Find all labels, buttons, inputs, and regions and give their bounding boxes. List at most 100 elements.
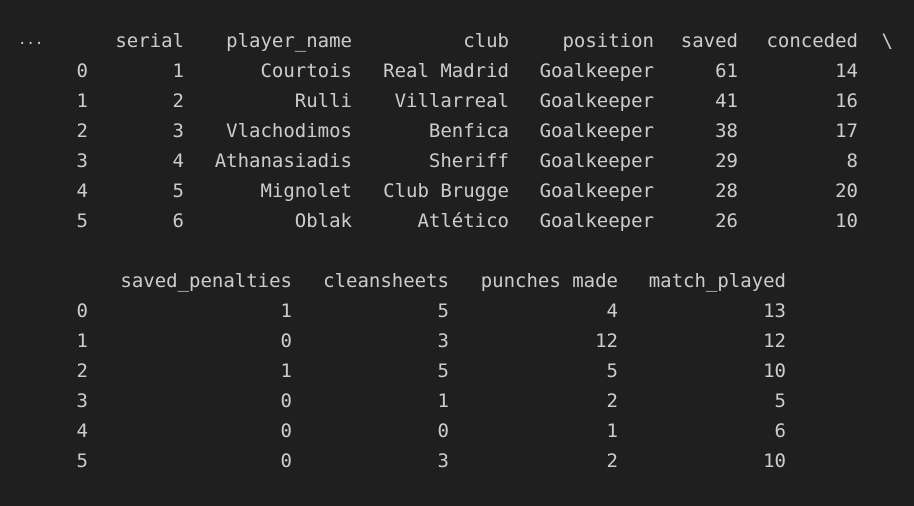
table-cell: Oblak (294, 210, 352, 232)
table-cell: 5 (437, 360, 449, 382)
table-cell: 13 (763, 300, 786, 322)
table-row: 2 1 5 5 10 (0, 356, 914, 386)
table-cell: Goalkeeper (539, 210, 654, 232)
table-cell: Club Brugge (383, 180, 509, 202)
row-index: 4 (76, 420, 88, 442)
table-cell: 1 (172, 60, 184, 82)
table-cell: 5 (437, 300, 449, 322)
table-cell: 12 (763, 330, 786, 352)
table-cell: 5 (774, 390, 786, 412)
table-cell: Goalkeeper (539, 150, 654, 172)
table-cell: 61 (715, 60, 738, 82)
table-cell: 16 (835, 90, 858, 112)
table-cell: 10 (763, 360, 786, 382)
column-header: match_played (648, 270, 786, 292)
table-cell: 14 (835, 60, 858, 82)
table-cell: 2 (172, 90, 184, 112)
table-cell: Goalkeeper (539, 120, 654, 142)
table-cell: 12 (595, 330, 618, 352)
table-cell: 4 (606, 300, 618, 322)
table-cell: 28 (715, 180, 738, 202)
table-cell: 0 (280, 420, 292, 442)
header-row: serial player_name club position saved conced… (0, 26, 914, 56)
column-header: saved (680, 30, 738, 52)
table-row: 2 3 Vlachodimos Benfica Goalkeeper 38 17 (0, 116, 914, 146)
table-cell: Athanasiadis (214, 150, 352, 172)
column-header: cleansheets (323, 270, 449, 292)
dataframe-block-1: serial player_name club position saved conced… (0, 26, 914, 236)
row-index: 0 (76, 300, 88, 322)
table-cell: 3 (172, 120, 184, 142)
table-row: 5 6 Oblak Atlético Goalkeeper 26 10 (0, 206, 914, 236)
table-cell: Vlachodimos (226, 120, 352, 142)
table-cell: 17 (835, 120, 858, 142)
table-cell: 0 (280, 450, 292, 472)
row-index: 4 (76, 180, 88, 202)
table-cell: Real Madrid (383, 60, 509, 82)
table-cell: 6 (774, 420, 786, 442)
table-cell: 38 (715, 120, 738, 142)
column-header: saved_penalties (120, 270, 292, 292)
column-header: conceded (766, 30, 858, 52)
cell-output: ... serial player_name club position saved co… (0, 0, 914, 506)
column-header: \ (881, 30, 893, 52)
row-index: 2 (76, 360, 88, 382)
column-header: club (463, 30, 509, 52)
table-cell: 1 (280, 300, 292, 322)
header-row: saved_penalties cleansheets punches made ma… (0, 266, 914, 296)
table-row: 0 1 5 4 13 (0, 296, 914, 326)
table-cell: 41 (715, 90, 738, 112)
table-row: 4 5 Mignolet Club Brugge Goalkeeper 28 20 (0, 176, 914, 206)
table-cell: 2 (606, 390, 618, 412)
row-index: 1 (76, 90, 88, 112)
table-cell: Courtois (260, 60, 352, 82)
table-row: 3 4 Athanasiadis Sheriff Goalkeeper 29 8 (0, 146, 914, 176)
table-cell: Mignolet (260, 180, 352, 202)
table-cell: Villarreal (394, 90, 509, 112)
row-index: 5 (76, 450, 88, 472)
row-index: 1 (76, 330, 88, 352)
table-cell: Goalkeeper (539, 180, 654, 202)
dataframe-block-2: saved_penalties cleansheets punches made ma… (0, 266, 914, 476)
row-index: 3 (76, 150, 88, 172)
table-cell: 10 (763, 450, 786, 472)
table-cell: 29 (715, 150, 738, 172)
table-row: 1 0 3 12 12 (0, 326, 914, 356)
table-cell: Sheriff (428, 150, 509, 172)
table-cell: Goalkeeper (539, 60, 654, 82)
column-header: position (562, 30, 654, 52)
table-cell: 5 (172, 180, 184, 202)
table-cell: 1 (280, 360, 292, 382)
table-cell: 3 (437, 330, 449, 352)
table-row: 3 0 1 2 5 (0, 386, 914, 416)
row-index: 3 (76, 390, 88, 412)
table-cell: 3 (437, 450, 449, 472)
table-cell: Rulli (294, 90, 352, 112)
table-cell: Atlético (417, 210, 509, 232)
table-cell: Goalkeeper (539, 90, 654, 112)
table-row: 0 1 Courtois Real Madrid Goalkeeper 61 14 (0, 56, 914, 86)
row-index: 0 (76, 60, 88, 82)
column-header: player_name (226, 30, 352, 52)
table-cell: 10 (835, 210, 858, 232)
column-header: punches made (480, 270, 618, 292)
table-row: 5 0 3 2 10 (0, 446, 914, 476)
table-cell: 0 (280, 390, 292, 412)
table-cell: 5 (606, 360, 618, 382)
row-index: 5 (76, 210, 88, 232)
table-cell: 26 (715, 210, 738, 232)
table-cell: 0 (280, 330, 292, 352)
table-cell: 20 (835, 180, 858, 202)
table-cell: 1 (437, 390, 449, 412)
table-cell: 1 (606, 420, 618, 442)
table-cell: 8 (846, 150, 858, 172)
table-row: 4 0 0 1 6 (0, 416, 914, 446)
table-cell: 2 (606, 450, 618, 472)
column-header: serial (115, 30, 184, 52)
row-index: 2 (76, 120, 88, 142)
table-row: 1 2 Rulli Villarreal Goalkeeper 41 16 (0, 86, 914, 116)
table-cell: Benfica (428, 120, 509, 142)
table-cell: 0 (437, 420, 449, 442)
table-cell: 4 (172, 150, 184, 172)
table-cell: 6 (172, 210, 184, 232)
